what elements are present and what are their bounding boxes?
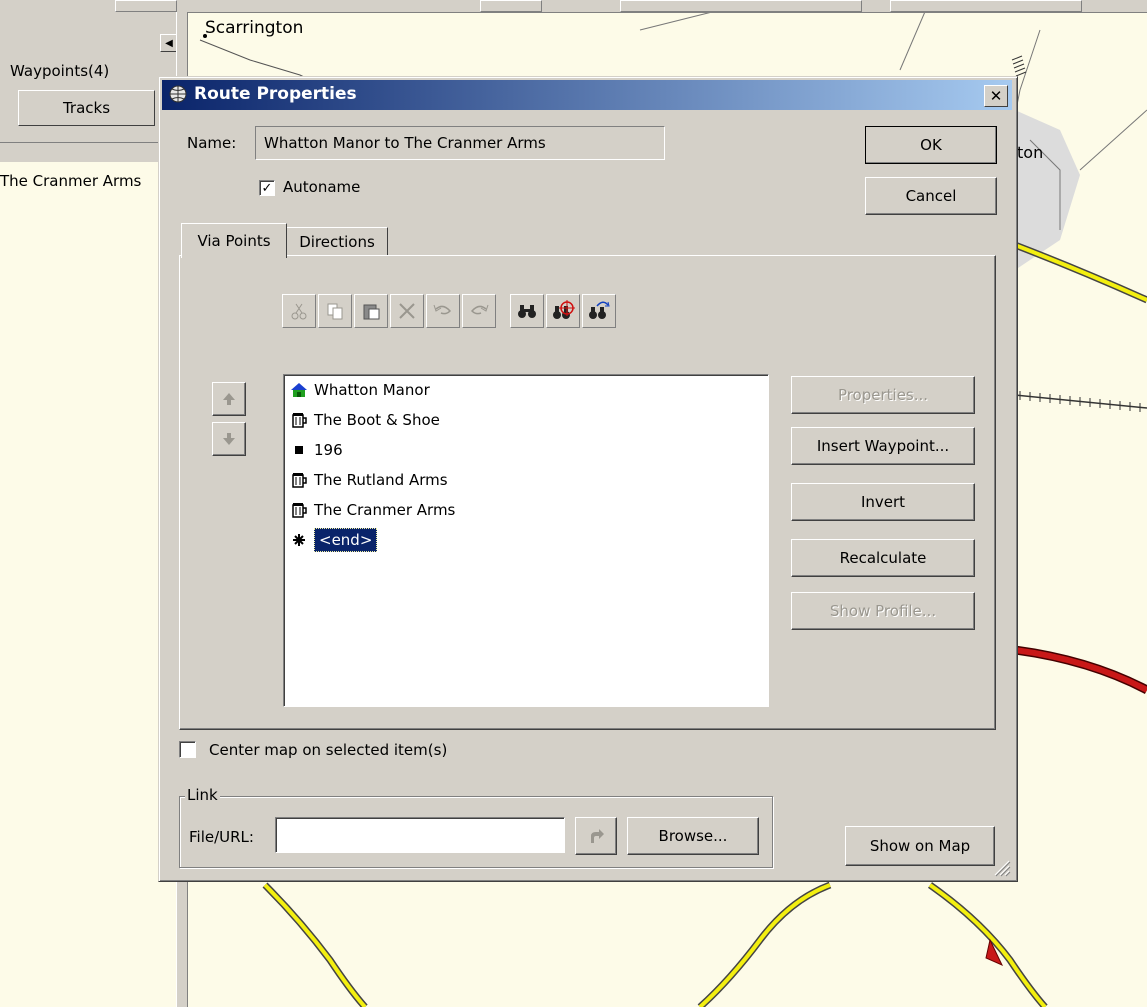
insert-waypoint-button[interactable]: Insert Waypoint...	[791, 427, 975, 465]
via-points-list[interactable]: Whatton Manor The Boot & Shoe 196 The Ru…	[283, 374, 769, 707]
open-link-button[interactable]	[575, 817, 617, 855]
find-button[interactable]	[510, 294, 544, 328]
square-icon	[290, 442, 308, 458]
close-button[interactable]: ✕	[984, 85, 1008, 107]
dialog-title-bar[interactable]: Route Properties ✕	[162, 80, 1012, 110]
toolbar-button[interactable]	[480, 0, 542, 12]
find-next-button[interactable]	[582, 294, 616, 328]
file-url-label: File/URL:	[189, 828, 254, 846]
link-group-label: Link	[185, 786, 220, 804]
map-place-marker	[203, 34, 207, 38]
cancel-button[interactable]: Cancel	[865, 177, 997, 215]
show-on-map-button[interactable]: Show on Map	[845, 826, 995, 866]
cut-button[interactable]	[282, 294, 316, 328]
map-label-scarrington: Scarrington	[203, 18, 304, 38]
paste-button[interactable]	[354, 294, 388, 328]
list-item[interactable]: 196	[290, 437, 343, 463]
name-label: Name:	[187, 134, 237, 152]
close-icon: ✕	[989, 87, 1003, 105]
beer-icon	[290, 502, 308, 518]
list-item[interactable]: The Boot & Shoe	[290, 407, 440, 433]
list-item[interactable]: The Cranmer Arms	[290, 497, 455, 523]
toolbar-button[interactable]	[620, 0, 862, 12]
ok-button[interactable]: OK	[865, 126, 997, 164]
find-next-icon	[589, 301, 610, 319]
delete-button[interactable]	[390, 294, 424, 328]
house-icon	[290, 382, 308, 398]
left-panel-header	[0, 12, 178, 162]
move-down-button[interactable]	[212, 422, 246, 456]
find-target-button[interactable]	[546, 294, 580, 328]
recalculate-button[interactable]: Recalculate	[791, 539, 975, 577]
redo-icon	[470, 304, 489, 315]
end-icon	[290, 533, 308, 547]
list-item[interactable]: The Rutland Arms	[290, 467, 448, 493]
autoname-label: Autoname	[283, 178, 361, 196]
globe-icon	[168, 84, 188, 104]
resize-grip-icon[interactable]	[991, 857, 1011, 877]
copy-icon	[327, 303, 343, 320]
list-item[interactable]: Whatton Manor	[290, 377, 430, 403]
show-profile-button[interactable]: Show Profile...	[791, 592, 975, 630]
undo-button[interactable]	[426, 294, 460, 328]
invert-button[interactable]: Invert	[791, 483, 975, 521]
list-item-selected[interactable]: <end>	[290, 527, 378, 553]
binoculars-icon	[518, 305, 536, 318]
autoname-checkbox[interactable]: ✓	[259, 180, 275, 196]
tab-directions[interactable]: Directions	[286, 227, 388, 256]
dialog-title: Route Properties	[194, 84, 357, 104]
checkmark-icon: ✓	[259, 180, 275, 196]
undo-icon	[433, 304, 452, 315]
arrow-down-icon	[223, 433, 235, 445]
toolbar-button[interactable]	[115, 0, 177, 12]
redo-button[interactable]	[462, 294, 496, 328]
beer-icon	[290, 472, 308, 488]
list-divider	[0, 142, 178, 143]
forward-arrow-icon	[591, 829, 604, 843]
move-up-button[interactable]	[212, 382, 246, 416]
copy-button[interactable]	[318, 294, 352, 328]
toolbar-button[interactable]	[890, 0, 1082, 12]
paste-icon	[363, 304, 380, 320]
file-url-input[interactable]	[275, 817, 565, 853]
name-field[interactable]: Whatton Manor to The Cranmer Arms	[255, 126, 665, 160]
tab-waypoints[interactable]: Waypoints(4)	[10, 62, 109, 80]
route-list-item[interactable]: The Cranmer Arms	[0, 172, 141, 190]
tab-tracks[interactable]: Tracks	[18, 90, 155, 126]
center-map-checkbox[interactable]	[179, 741, 196, 758]
find-target-icon	[553, 300, 575, 319]
route-properties-dialog: Route Properties ✕ Name: Whatton Manor t…	[158, 76, 1018, 882]
name-value: Whatton Manor to The Cranmer Arms	[264, 134, 546, 152]
via-points-panel: Whatton Manor The Boot & Shoe 196 The Ru…	[179, 255, 996, 730]
properties-button[interactable]: Properties...	[791, 376, 975, 414]
beer-icon	[290, 412, 308, 428]
center-map-label: Center map on selected item(s)	[209, 741, 448, 759]
tab-via-points[interactable]: Via Points	[181, 223, 287, 258]
arrow-up-icon	[223, 393, 235, 405]
left-panel: ◀ Waypoints(4) Tracks The Cranmer Arms	[0, 12, 188, 1007]
browse-button[interactable]: Browse...	[627, 817, 759, 855]
cut-icon	[291, 303, 307, 320]
delete-icon	[399, 303, 415, 319]
map-label-partial: ton	[1017, 143, 1044, 162]
